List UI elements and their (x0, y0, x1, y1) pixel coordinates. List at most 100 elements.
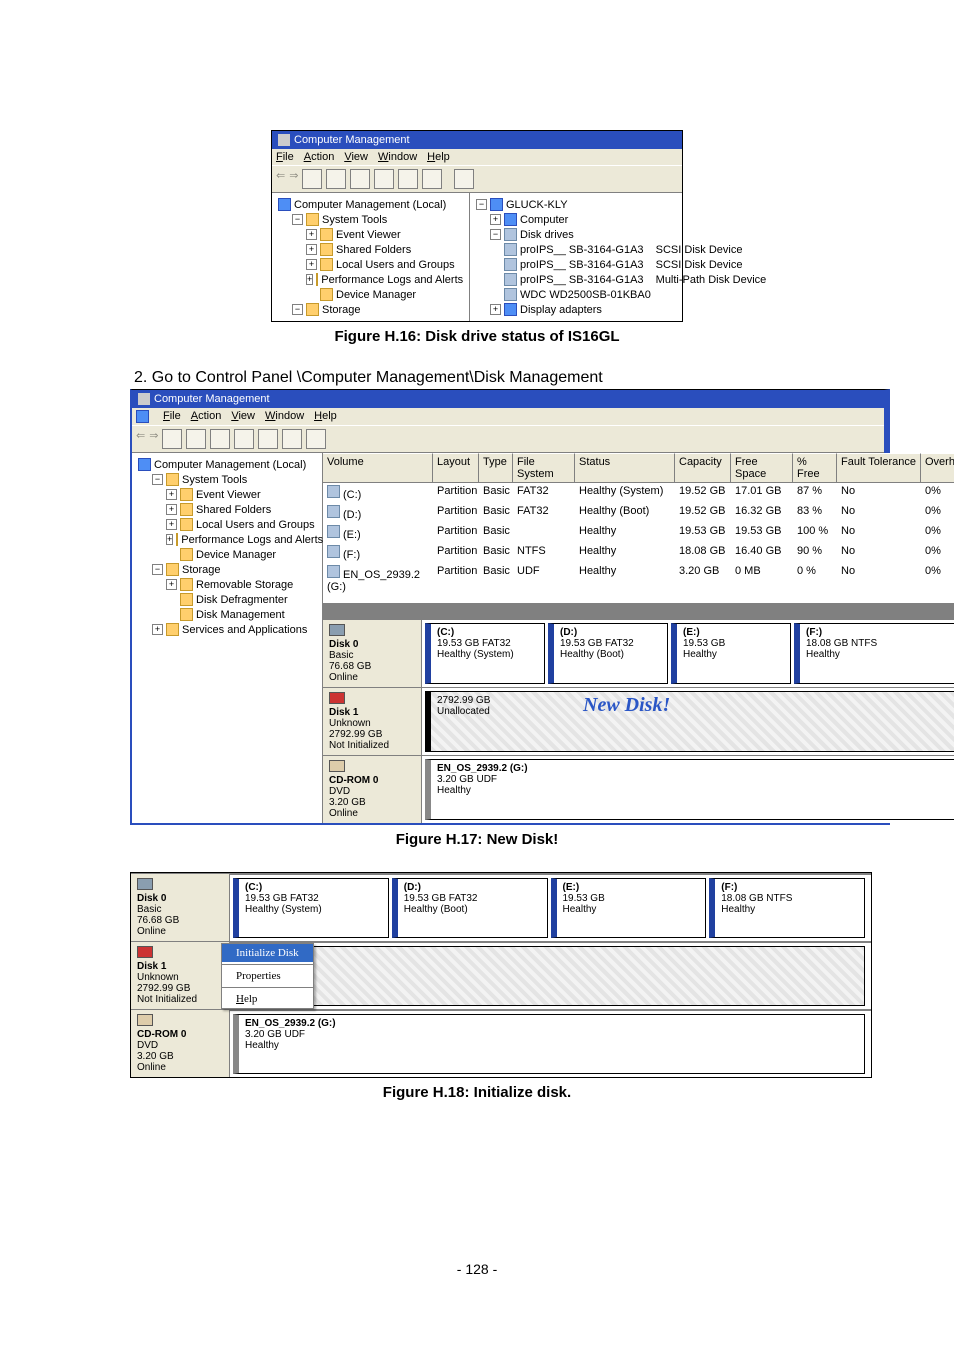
menu-view[interactable]: View (231, 410, 255, 423)
tree-item[interactable]: Performance Logs and Alerts (321, 274, 463, 286)
volume-table-header[interactable]: Volume Layout Type File System Status Ca… (323, 453, 954, 483)
expand-icon[interactable]: + (306, 274, 313, 285)
tree-item[interactable]: Local Users and Groups (196, 519, 315, 531)
col-ft[interactable]: Fault Tolerance (837, 453, 921, 482)
expand-icon[interactable]: + (306, 229, 317, 240)
toolbar-button[interactable] (282, 429, 302, 449)
tree-root[interactable]: Computer Management (Local) (294, 199, 446, 211)
window-titlebar[interactable]: Computer Management (132, 390, 884, 408)
partition-f[interactable]: (F:)18.08 GB NTFSHealthy (794, 623, 954, 684)
toolbar-button[interactable] (422, 169, 442, 189)
tree-item[interactable]: Removable Storage (196, 579, 293, 591)
toolbar-button[interactable] (162, 429, 182, 449)
right-tree[interactable]: − GLUCK-KLY + Computer − Disk drives proIPS… (470, 193, 772, 321)
menu-action[interactable]: Action (304, 151, 335, 163)
disk1-label[interactable]: Disk 1 Unknown2792.99 GBNot Initialized (131, 942, 230, 1009)
col-volume[interactable]: Volume (323, 453, 433, 482)
tree-item[interactable]: proIPS__ SB-3164-G1A3 (520, 259, 644, 271)
collapse-icon[interactable]: − (292, 304, 303, 315)
expand-icon[interactable]: + (166, 504, 177, 515)
toolbar-button[interactable] (302, 169, 322, 189)
partition-g[interactable]: EN_OS_2939.2 (G:)3.20 GB UDFHealthy (233, 1014, 865, 1074)
expand-icon[interactable]: + (490, 304, 501, 315)
menu-window[interactable]: Window (378, 151, 417, 163)
tree-item[interactable]: System Tools (322, 214, 387, 226)
toolbar-button[interactable] (326, 169, 346, 189)
partition-c[interactable]: (C:)19.53 GB FAT32Healthy (System) (425, 623, 545, 684)
partition-e[interactable]: (E:)19.53 GBHealthy (671, 623, 791, 684)
left-tree[interactable]: Computer Management (Local) − System Tool… (272, 193, 470, 321)
tree-item[interactable]: Shared Folders (196, 504, 271, 516)
cdrom-label[interactable]: CD-ROM 0 DVD 3.20 GB Online (323, 756, 422, 823)
tree-item[interactable]: Disk Defragmenter (196, 594, 288, 606)
expand-icon[interactable]: + (166, 534, 173, 545)
expand-icon[interactable]: + (166, 489, 177, 500)
tree-item[interactable]: Storage (322, 304, 361, 316)
menu-help[interactable]: Help (314, 410, 337, 423)
ctx-help[interactable]: Help (222, 990, 313, 1008)
unallocated-space[interactable] (233, 946, 865, 1006)
toolbar-button[interactable] (454, 169, 474, 189)
disk0-row[interactable]: Disk 0 Basic76.68 GBOnline (C:)19.53 GB … (131, 873, 871, 941)
partition-d[interactable]: (D:)19.53 GB FAT32Healthy (Boot) (548, 623, 668, 684)
tree-item[interactable]: WDC WD2500SB-01KBA0 (520, 289, 651, 301)
tree-item[interactable]: Event Viewer (196, 489, 261, 501)
disk1-row[interactable]: Disk 1 Unknown 2792.99 GB Not Initialize… (323, 687, 954, 755)
cdrom-row[interactable]: CD-ROM 0 DVD 3.20 GB Online EN_OS_2939.2… (323, 755, 954, 823)
tree-item[interactable]: proIPS__ SB-3164-G1A3 (520, 274, 644, 286)
collapse-icon[interactable]: − (490, 229, 501, 240)
disk0-row[interactable]: Disk 0 Basic 76.68 GB Online (C:)19.53 G… (323, 619, 954, 687)
menu-help[interactable]: Help (427, 151, 450, 163)
toolbar-button[interactable] (350, 169, 370, 189)
tree-item[interactable]: Shared Folders (336, 244, 411, 256)
col-capacity[interactable]: Capacity (675, 453, 731, 482)
expand-icon[interactable]: + (166, 579, 177, 590)
col-type[interactable]: Type (479, 453, 513, 482)
collapse-icon[interactable]: − (476, 199, 487, 210)
splitter[interactable] (323, 603, 954, 619)
collapse-icon[interactable]: − (152, 564, 163, 575)
collapse-icon[interactable]: − (152, 474, 163, 485)
menu-action[interactable]: Action (191, 410, 222, 423)
partition-f[interactable]: (F:)18.08 GB NTFSHealthy (709, 878, 865, 938)
tree-item[interactable]: Computer (520, 214, 568, 226)
expand-icon[interactable]: + (166, 519, 177, 530)
volume-table-body[interactable]: (C:)PartitionBasicFAT32Healthy (System)1… (323, 483, 954, 603)
col-freespace[interactable]: Free Space (731, 453, 793, 482)
toolbar-button[interactable] (210, 429, 230, 449)
col-pctfree[interactable]: % Free (793, 453, 837, 482)
expand-icon[interactable]: + (152, 624, 163, 635)
toolbar-button[interactable] (186, 429, 206, 449)
context-menu[interactable]: Initialize Disk Properties Help (221, 943, 314, 1009)
table-row[interactable]: (D:)PartitionBasicFAT32Healthy (Boot)19.… (323, 503, 954, 523)
left-tree[interactable]: Computer Management (Local) −System Tool… (132, 453, 323, 823)
toolbar-button[interactable] (306, 429, 326, 449)
tree-item[interactable]: Device Manager (196, 549, 276, 561)
ctx-initialize-disk[interactable]: Initialize Disk (222, 944, 313, 962)
partition-g[interactable]: EN_OS_2939.2 (G:)3.20 GB UDFHealthy (425, 759, 954, 820)
disk0-label[interactable]: Disk 0 Basic76.68 GBOnline (131, 874, 230, 941)
expand-icon[interactable]: + (306, 244, 317, 255)
unallocated-space[interactable]: 2792.99 GBUnallocated (425, 691, 954, 752)
tree-item[interactable]: Disk drives (520, 229, 574, 241)
table-row[interactable]: (C:)PartitionBasicFAT32Healthy (System)1… (323, 483, 954, 503)
expand-icon[interactable]: + (306, 259, 317, 270)
col-status[interactable]: Status (575, 453, 675, 482)
toolbar-button[interactable] (234, 429, 254, 449)
tree-item[interactable]: Storage (182, 564, 221, 576)
col-fs[interactable]: File System (513, 453, 575, 482)
tree-item[interactable]: Local Users and Groups (336, 259, 455, 271)
toolbar-button[interactable] (374, 169, 394, 189)
menu-bar[interactable]: File Action View Window Help (272, 149, 682, 165)
menu-window[interactable]: Window (265, 410, 304, 423)
tree-hostname[interactable]: GLUCK-KLY (506, 199, 568, 211)
partition-d[interactable]: (D:)19.53 GB FAT32Healthy (Boot) (392, 878, 548, 938)
cdrom-row[interactable]: CD-ROM 0 DVD3.20 GBOnline EN_OS_2939.2 (… (131, 1009, 871, 1077)
tree-item[interactable]: Device Manager (336, 289, 416, 301)
menu-view[interactable]: View (344, 151, 368, 163)
cdrom-label[interactable]: CD-ROM 0 DVD3.20 GBOnline (131, 1010, 230, 1077)
ctx-properties[interactable]: Properties (222, 967, 313, 985)
tree-item[interactable]: Services and Applications (182, 624, 307, 636)
partition-c[interactable]: (C:)19.53 GB FAT32Healthy (System) (233, 878, 389, 938)
tree-item[interactable]: Performance Logs and Alerts (181, 534, 323, 546)
